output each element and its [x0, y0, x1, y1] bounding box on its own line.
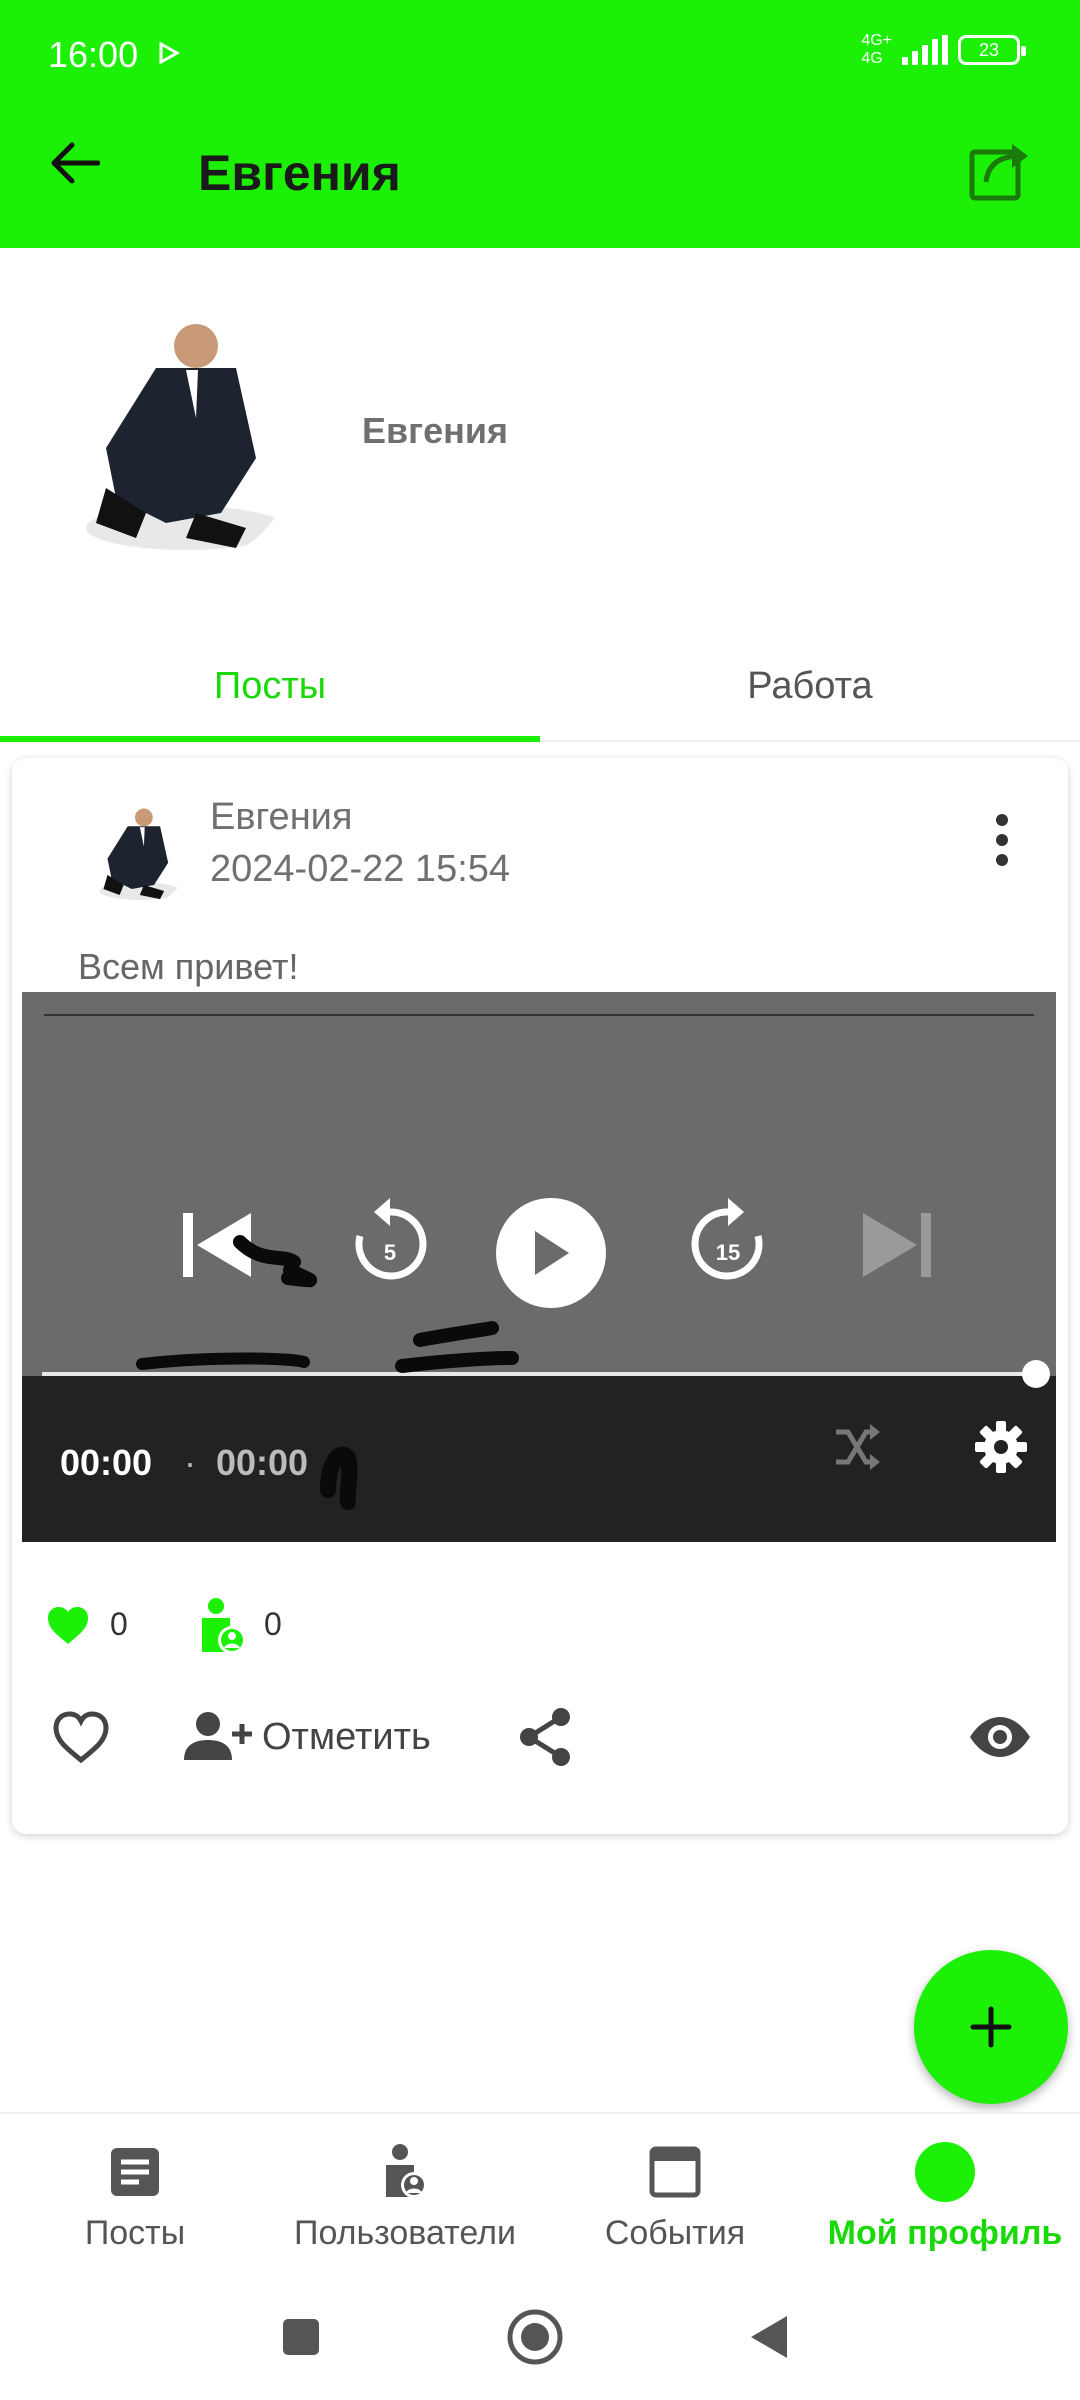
page-title: Евгения — [198, 145, 401, 201]
system-navigation-bar — [0, 2272, 1080, 2400]
add-post-button[interactable] — [914, 1950, 1068, 2104]
likes-count: 0 — [110, 1606, 128, 1642]
nav-item-my-profile[interactable]: Мой профиль — [810, 2114, 1080, 2274]
avatar-photo — [83, 798, 187, 908]
video-player[interactable]: 5 15 00:00 · 00:00 — [22, 992, 1056, 1542]
skip-next-icon — [863, 1213, 931, 1277]
status-time: 16:00 — [48, 34, 139, 75]
system-back-button[interactable] — [734, 2302, 804, 2372]
battery-level: 23 — [978, 39, 1000, 60]
share-post-button[interactable] — [510, 1702, 580, 1772]
tab-active-indicator — [0, 736, 540, 742]
current-time: 00:00 — [60, 1442, 153, 1483]
arrow-left-icon — [51, 142, 100, 184]
duration-time: 00:00 — [216, 1442, 309, 1483]
nav-item-users[interactable]: Пользователи — [270, 2114, 540, 2274]
rewind-button[interactable]: 5 — [340, 1192, 440, 1292]
mark-user-label: Отметить — [262, 1715, 431, 1758]
nav-label-users: Пользователи — [294, 2214, 516, 2252]
previous-button[interactable] — [172, 1200, 262, 1290]
skip-previous-icon — [183, 1213, 251, 1277]
signal-icon — [902, 35, 948, 65]
more-vert-icon — [996, 814, 1008, 826]
post-text: Всем привет! — [78, 946, 299, 987]
mark-user-button[interactable]: Отметить — [182, 1702, 431, 1772]
marks-count: 0 — [264, 1606, 282, 1642]
rewind-seconds: 5 — [384, 1240, 396, 1265]
triangle-back-icon — [751, 2316, 787, 2358]
back-button[interactable] — [40, 128, 110, 198]
forward-15-icon: 15 — [691, 1198, 763, 1280]
network-type: 4G+ 4G — [861, 32, 892, 67]
seek-handle[interactable] — [1022, 1360, 1050, 1388]
post-author-name[interactable]: Евгения — [210, 796, 352, 839]
play-notification-icon — [159, 42, 180, 64]
recents-button[interactable] — [266, 2302, 336, 2372]
heart-outline-icon — [53, 1711, 109, 1764]
profile-avatar[interactable] — [46, 298, 302, 570]
forward-seconds: 15 — [716, 1240, 740, 1265]
profile-circle-icon — [915, 2142, 975, 2202]
tab-work[interactable]: Работа — [540, 630, 1080, 742]
profile-tabs: Посты Работа — [0, 630, 1080, 742]
share-profile-button[interactable] — [966, 134, 1036, 204]
seek-bar[interactable] — [42, 1372, 1038, 1376]
nav-label-posts: Посты — [84, 2214, 186, 2252]
article-icon — [105, 2142, 165, 2202]
user-mark-icon — [202, 1598, 246, 1654]
post-more-button[interactable] — [982, 810, 1022, 870]
like-button[interactable] — [46, 1702, 116, 1772]
nav-label-my-profile: Мой профиль — [827, 2214, 1063, 2252]
nav-label-events: События — [604, 2214, 746, 2252]
home-circle-icon — [507, 2309, 563, 2365]
player-top-divider — [44, 1014, 1034, 1016]
app-header: 16:00 4G+ 4G 23 Евгения — [0, 0, 1080, 248]
player-settings-button[interactable] — [966, 1412, 1036, 1482]
profile-name: Евгения — [362, 410, 509, 451]
share-export-icon — [969, 144, 1028, 201]
play-button[interactable] — [496, 1198, 606, 1308]
battery-icon: 23 — [958, 35, 1026, 65]
forward-button[interactable]: 15 — [678, 1192, 778, 1292]
heart-filled-icon — [48, 1607, 88, 1644]
square-icon — [283, 2319, 319, 2355]
home-button[interactable] — [500, 2302, 570, 2372]
views-button[interactable] — [960, 1702, 1040, 1772]
person-add-icon — [184, 1712, 252, 1760]
bottom-navigation: Посты Пользователи События Мой профиль — [0, 2112, 1080, 2272]
eye-icon — [970, 1717, 1030, 1757]
replay-5-icon: 5 — [355, 1198, 427, 1280]
status-indicators: 4G+ 4G 23 — [861, 32, 1026, 68]
gear-icon — [975, 1421, 1027, 1473]
plus-icon — [970, 2006, 1012, 2048]
window-icon — [645, 2142, 705, 2202]
tab-posts[interactable]: Посты — [0, 630, 540, 742]
shuffle-button[interactable] — [822, 1412, 892, 1482]
player-control-bar — [22, 1376, 1056, 1542]
shuffle-icon — [836, 1424, 880, 1470]
time-separator: · — [184, 1442, 196, 1483]
post-date: 2024-02-22 15:54 — [210, 848, 511, 890]
post-author-avatar[interactable] — [80, 798, 190, 908]
user-icon — [375, 2142, 435, 2202]
play-icon — [535, 1231, 569, 1275]
post-card: Евгения 2024-02-22 15:54 Всем привет! 5 — [12, 758, 1068, 1834]
nav-item-posts[interactable]: Посты — [0, 2114, 270, 2274]
nav-item-events[interactable]: События — [540, 2114, 810, 2274]
avatar-photo — [46, 298, 302, 570]
share-icon — [520, 1708, 570, 1766]
next-button[interactable] — [852, 1200, 942, 1290]
